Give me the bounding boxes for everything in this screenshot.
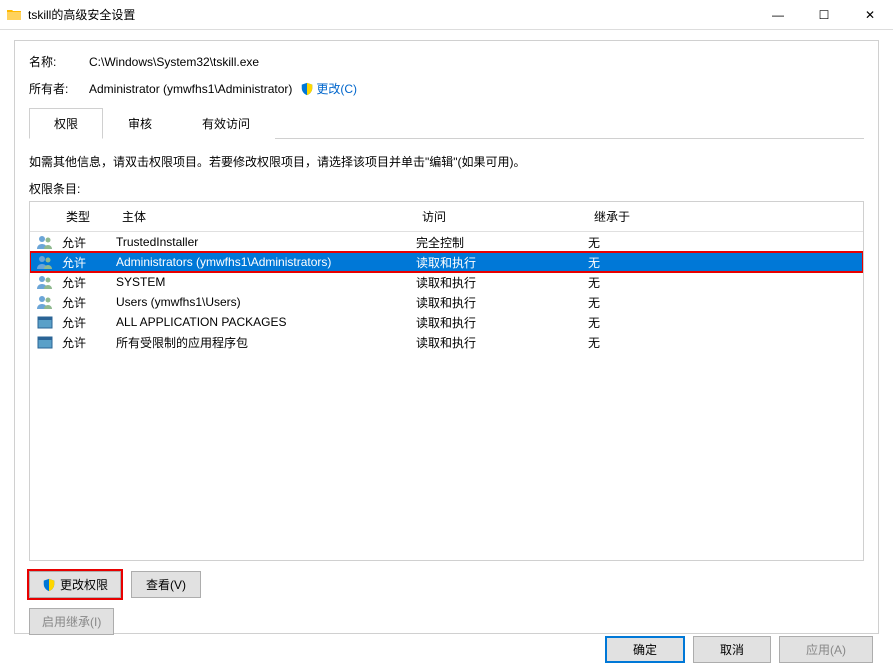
col-access[interactable]: 访问: [416, 206, 588, 227]
row-type: 允许: [60, 274, 116, 291]
cancel-button[interactable]: 取消: [693, 636, 771, 663]
row-type: 允许: [60, 294, 116, 311]
row-access: 读取和执行: [416, 294, 588, 311]
row-inherit: 无: [588, 274, 863, 291]
row-principal: Users (ymwfhs1\Users): [116, 295, 416, 309]
list-header: 类型 主体 访问 继承于: [30, 202, 863, 232]
action-buttons: 更改权限 查看(V): [29, 571, 864, 598]
owner-row: 所有者: Administrator (ymwfhs1\Administrato…: [29, 80, 864, 97]
tab-auditing[interactable]: 审核: [103, 108, 177, 139]
main-panel: 名称: C:\Windows\System32\tskill.exe 所有者: …: [14, 40, 879, 634]
owner-label: 所有者:: [29, 80, 89, 97]
row-type: 允许: [60, 334, 116, 351]
row-inherit: 无: [588, 254, 863, 271]
tab-permissions[interactable]: 权限: [29, 108, 103, 139]
window-controls: — ☐ ✕: [755, 0, 893, 30]
row-inherit: 无: [588, 294, 863, 311]
apply-button[interactable]: 应用(A): [779, 636, 873, 663]
row-principal: SYSTEM: [116, 275, 416, 289]
folder-icon: [6, 7, 22, 23]
change-owner-text: 更改(C): [316, 80, 357, 97]
principal-icon: [30, 293, 60, 311]
tab-bar: 权限 审核 有效访问: [29, 107, 864, 139]
col-type[interactable]: 类型: [60, 206, 116, 227]
name-label: 名称:: [29, 53, 89, 70]
row-inherit: 无: [588, 234, 863, 251]
ok-button[interactable]: 确定: [605, 636, 685, 663]
row-access: 读取和执行: [416, 274, 588, 291]
close-button[interactable]: ✕: [847, 0, 893, 30]
row-principal: ALL APPLICATION PACKAGES: [116, 315, 416, 329]
view-button[interactable]: 查看(V): [131, 571, 201, 598]
permission-row[interactable]: 允许Users (ymwfhs1\Users)读取和执行无: [30, 292, 863, 312]
permission-row[interactable]: 允许ALL APPLICATION PACKAGES读取和执行无: [30, 312, 863, 332]
row-type: 允许: [60, 314, 116, 331]
principal-icon: [30, 253, 60, 271]
row-inherit: 无: [588, 334, 863, 351]
row-type: 允许: [60, 234, 116, 251]
tab-effective[interactable]: 有效访问: [177, 108, 275, 139]
principal-icon: [30, 273, 60, 291]
row-principal: TrustedInstaller: [116, 235, 416, 249]
name-row: 名称: C:\Windows\System32\tskill.exe: [29, 53, 864, 70]
dialog-footer: 确定 取消 应用(A): [605, 636, 873, 663]
permission-row[interactable]: 允许SYSTEM读取和执行无: [30, 272, 863, 292]
enable-inheritance-button[interactable]: 启用继承(I): [29, 608, 114, 635]
change-permissions-label: 更改权限: [60, 576, 108, 593]
row-access: 读取和执行: [416, 254, 588, 271]
name-value: C:\Windows\System32\tskill.exe: [89, 55, 259, 69]
col-principal[interactable]: 主体: [116, 206, 416, 227]
maximize-button[interactable]: ☐: [801, 0, 847, 30]
window-title: tskill的高级安全设置: [28, 6, 755, 23]
permission-list[interactable]: 类型 主体 访问 继承于 允许TrustedInstaller完全控制无允许Ad…: [29, 201, 864, 561]
list-label: 权限条目:: [29, 180, 864, 197]
row-type: 允许: [60, 254, 116, 271]
shield-icon: [300, 82, 314, 96]
permission-row[interactable]: 允许TrustedInstaller完全控制无: [30, 232, 863, 252]
titlebar: tskill的高级安全设置 — ☐ ✕: [0, 0, 893, 30]
change-permissions-button[interactable]: 更改权限: [29, 571, 121, 598]
row-access: 完全控制: [416, 234, 588, 251]
row-inherit: 无: [588, 314, 863, 331]
inherit-buttons: 启用继承(I): [29, 608, 864, 635]
col-inherit[interactable]: 继承于: [588, 206, 863, 227]
shield-icon: [42, 578, 56, 592]
row-access: 读取和执行: [416, 334, 588, 351]
principal-icon: [30, 313, 60, 331]
row-principal: Administrators (ymwfhs1\Administrators): [116, 255, 416, 269]
instruction-text: 如需其他信息，请双击权限项目。若要修改权限项目，请选择该项目并单击"编辑"(如果…: [29, 153, 864, 170]
row-access: 读取和执行: [416, 314, 588, 331]
principal-icon: [30, 333, 60, 351]
owner-value: Administrator (ymwfhs1\Administrator): [89, 82, 292, 96]
principal-icon: [30, 233, 60, 251]
minimize-button[interactable]: —: [755, 0, 801, 30]
permission-row[interactable]: 允许所有受限制的应用程序包读取和执行无: [30, 332, 863, 352]
change-owner-link[interactable]: 更改(C): [300, 80, 357, 97]
permission-row[interactable]: 允许Administrators (ymwfhs1\Administrators…: [30, 252, 863, 272]
row-principal: 所有受限制的应用程序包: [116, 334, 416, 351]
